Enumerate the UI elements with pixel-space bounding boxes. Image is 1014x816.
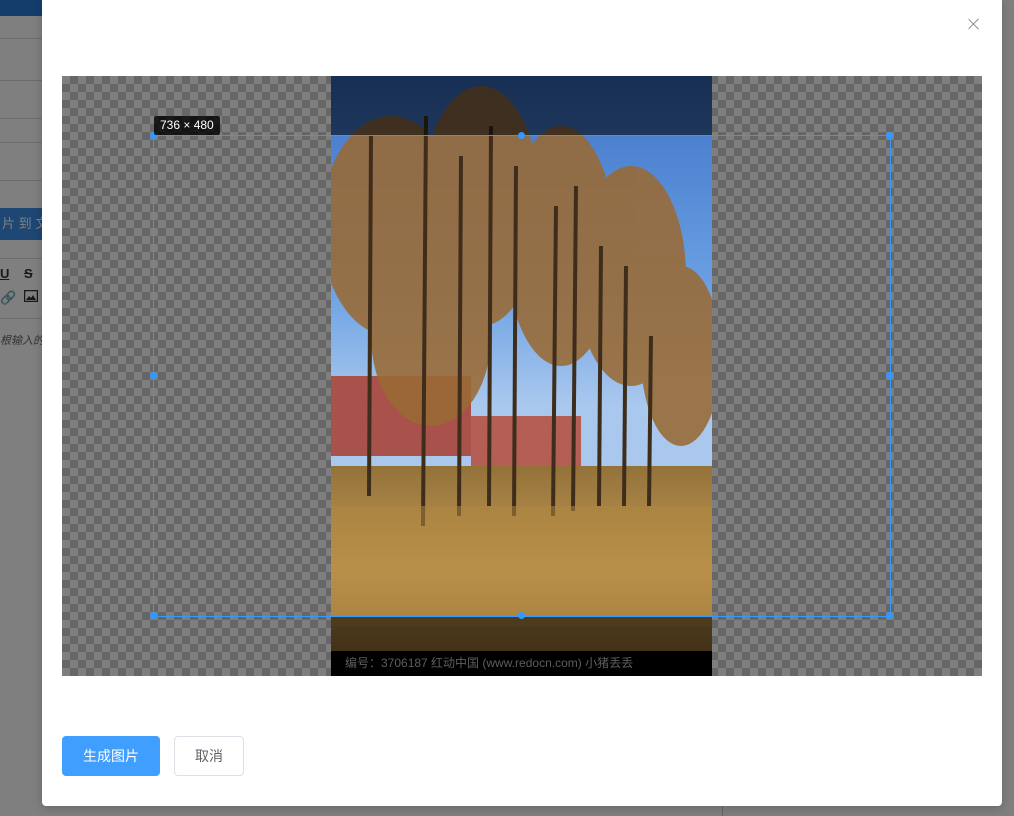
crop-preview [154,136,890,616]
generate-image-button[interactable]: 生成图片 [62,736,160,776]
crop-handle-top-right[interactable] [886,132,893,139]
cancel-button[interactable]: 取消 [174,736,244,776]
crop-handle-bottom-right[interactable] [886,612,893,619]
crop-handle-bottom[interactable] [518,612,525,619]
close-icon[interactable] [964,14,984,34]
crop-handle-left[interactable] [150,372,157,379]
crop-handle-right[interactable] [886,372,893,379]
crop-handle-bottom-left[interactable] [150,612,157,619]
crop-handle-top[interactable] [518,132,525,139]
crop-selection[interactable] [150,132,893,619]
image-crop-dialog: 编号：3706187 红动中国 (www.redocn.com) 小猪丢丢 [42,0,1002,806]
crop-size-label: 736 × 480 [154,116,220,135]
crop-canvas[interactable]: 编号：3706187 红动中国 (www.redocn.com) 小猪丢丢 [62,76,982,676]
